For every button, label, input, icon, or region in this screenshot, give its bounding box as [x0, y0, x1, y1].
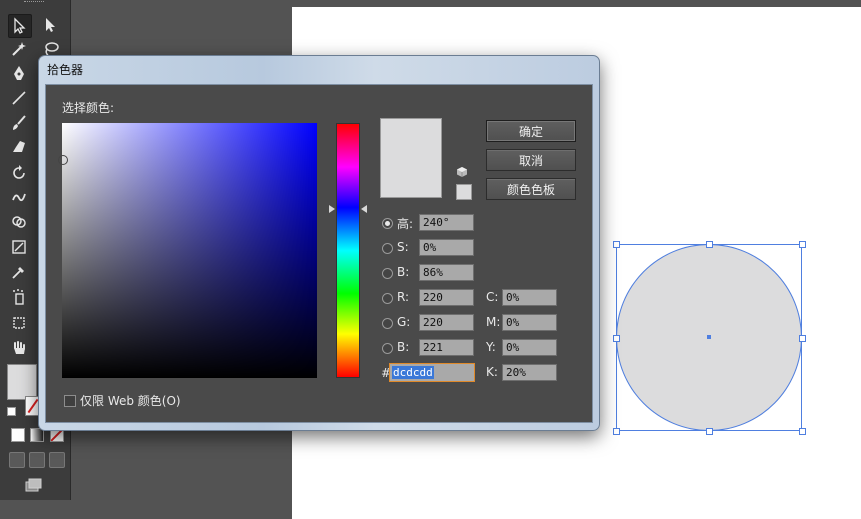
handle-top-left[interactable]	[613, 241, 620, 248]
green-radio[interactable]	[382, 318, 393, 329]
rotate-tool-icon[interactable]	[8, 162, 30, 184]
green-label: G:	[397, 315, 411, 329]
magenta-label: M:	[486, 315, 501, 329]
ok-button[interactable]: 确定	[486, 120, 576, 142]
dialog-body: 选择颜色: 确定 取消 颜色色板 高: 240° S: 0% B: 86% R:…	[45, 84, 593, 423]
hex-value-selected: dcdcdd	[392, 366, 434, 379]
handle-bottom-middle[interactable]	[706, 428, 713, 435]
blob-brush-tool-icon[interactable]	[8, 136, 30, 158]
color-field[interactable]	[62, 123, 317, 378]
magic-wand-tool-icon[interactable]	[8, 38, 30, 60]
magenta-field[interactable]: 0%	[502, 314, 557, 331]
default-colors-icon[interactable]	[7, 407, 16, 416]
cyan-label: C:	[486, 290, 499, 304]
selected-circle[interactable]	[613, 241, 806, 435]
draw-inside-icon[interactable]	[49, 452, 65, 468]
line-tool-icon[interactable]	[8, 87, 30, 109]
screen-mode-icon[interactable]	[22, 474, 44, 496]
blue-field[interactable]: 221	[419, 339, 474, 356]
shape-builder-tool-icon[interactable]	[8, 211, 30, 233]
handle-bottom-left[interactable]	[613, 428, 620, 435]
black-field[interactable]: 20%	[502, 364, 557, 381]
saturation-radio[interactable]	[382, 243, 393, 254]
red-label: R:	[397, 290, 410, 304]
brightness-label: B:	[397, 265, 410, 279]
web-colors-only-checkbox[interactable]	[64, 395, 76, 407]
hue-radio[interactable]	[382, 218, 393, 229]
color-swatches-button[interactable]: 颜色色板	[486, 178, 576, 200]
red-field[interactable]: 220	[419, 289, 474, 306]
eyedropper-tool-icon[interactable]	[8, 261, 30, 283]
saturation-label: S:	[397, 240, 409, 254]
blue-radio[interactable]	[382, 343, 393, 354]
hue-field[interactable]: 240°	[419, 214, 474, 231]
hex-field[interactable]: dcdcdd	[389, 363, 475, 382]
direct-selection-tool-icon[interactable]	[40, 14, 62, 36]
hue-slider-left-arrow-icon[interactable]	[329, 205, 335, 213]
artboard-tool-icon[interactable]	[8, 312, 30, 334]
draw-normal-icon[interactable]	[9, 452, 25, 468]
cancel-button[interactable]: 取消	[486, 149, 576, 171]
black-label: K:	[486, 365, 498, 379]
fill-color-swatch[interactable]	[7, 364, 37, 400]
handle-top-right[interactable]	[799, 241, 806, 248]
yellow-field[interactable]: 0%	[502, 339, 557, 356]
web-safe-color-swatch[interactable]	[456, 184, 472, 200]
color-preview	[380, 118, 442, 198]
panel-grip[interactable]	[24, 1, 44, 5]
out-of-gamut-cube-icon[interactable]	[457, 167, 467, 177]
center-point	[707, 335, 711, 339]
color-field-marker[interactable]	[58, 155, 68, 165]
stroke-color-swatch[interactable]	[25, 396, 39, 416]
handle-middle-right[interactable]	[799, 335, 806, 342]
draw-behind-icon[interactable]	[29, 452, 45, 468]
red-radio[interactable]	[382, 293, 393, 304]
dialog-title[interactable]: 拾色器	[47, 60, 83, 80]
free-transform-tool-icon[interactable]	[8, 236, 30, 258]
yellow-label: Y:	[486, 340, 496, 354]
handle-bottom-right[interactable]	[799, 428, 806, 435]
warp-tool-icon[interactable]	[8, 186, 30, 208]
hand-tool-icon[interactable]	[8, 337, 30, 359]
hue-slider[interactable]	[336, 123, 360, 378]
brightness-radio[interactable]	[382, 268, 393, 279]
web-colors-only-label[interactable]: 仅限 Web 颜色(O)	[80, 392, 181, 409]
hue-slider-right-arrow-icon[interactable]	[361, 205, 367, 213]
handle-middle-left[interactable]	[613, 335, 620, 342]
brightness-field[interactable]: 86%	[419, 264, 474, 281]
select-color-label: 选择颜色:	[62, 101, 115, 115]
symbol-sprayer-tool-icon[interactable]	[8, 286, 30, 308]
handle-top-middle[interactable]	[706, 241, 713, 248]
cyan-field[interactable]: 0%	[502, 289, 557, 306]
green-field[interactable]: 220	[419, 314, 474, 331]
paintbrush-tool-icon[interactable]	[8, 112, 30, 134]
blue-label: B:	[397, 340, 410, 354]
color-picker-dialog: 拾色器 选择颜色: 确定 取消 颜色色板 高: 240° S: 0% B: 86…	[38, 55, 600, 431]
color-mode-icon[interactable]	[11, 428, 25, 442]
pen-tool-icon[interactable]	[8, 62, 30, 84]
hue-label: 高:	[397, 217, 414, 231]
saturation-field[interactable]: 0%	[419, 239, 474, 256]
selection-tool-icon[interactable]	[8, 14, 32, 38]
